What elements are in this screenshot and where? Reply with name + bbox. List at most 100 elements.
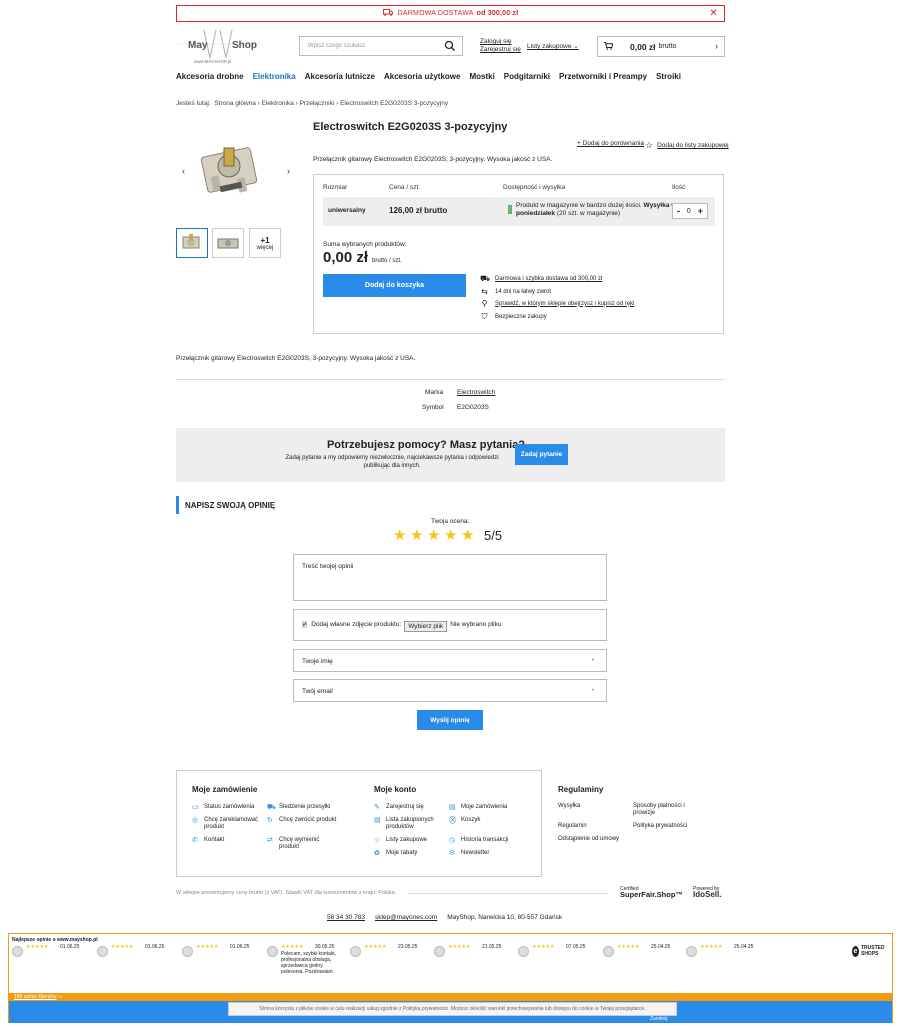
review-textarea[interactable]: Treść twojej opinii xyxy=(293,554,607,601)
star-icon[interactable]: ★ xyxy=(427,528,442,543)
nav-item-active[interactable]: Elektronika xyxy=(253,72,296,81)
nav-item[interactable]: Akcesoria drobne xyxy=(176,72,244,81)
return-icon: ↻ xyxy=(267,817,273,824)
close-icon[interactable]: ✕ xyxy=(709,8,718,19)
review-heading: NAPISZ SWOJĄ OPINIĘ xyxy=(176,496,275,514)
param-key: Marka xyxy=(425,389,444,396)
email-link[interactable]: sklep@mayones.com xyxy=(375,914,437,921)
nav-item[interactable]: Przetworniki i Preampy xyxy=(559,72,647,81)
nav-item[interactable]: Akcesoria lutnicze xyxy=(305,72,375,81)
trusted-shops-logo: e TRUSTED SHOPS xyxy=(852,945,885,957)
footer-link[interactable]: ✿ Moje rabaty xyxy=(374,850,417,857)
nav-item[interactable]: Akcesoria użytkowe xyxy=(384,72,460,81)
review-card[interactable]: ★★★★★ 07.05.25 xyxy=(518,944,600,984)
review-card[interactable]: ★★★★★ 30.05.25 Polecam, szybki kontakt, pr… xyxy=(267,944,349,984)
breadcrumb: Jesteś tutaj: Strona główna › Elektronik… xyxy=(176,100,449,107)
footer-link[interactable]: ✎ Zarejestruj się xyxy=(374,804,424,811)
footer-link[interactable]: ☆ Listy zakupowe xyxy=(374,837,427,844)
footer-link[interactable]: ▭ Status zamówienia xyxy=(192,804,254,811)
choose-file-button[interactable]: Wybierz plik xyxy=(404,621,448,632)
register-link[interactable]: Zarejestruj się xyxy=(480,46,521,54)
quantity-value[interactable]: 0 xyxy=(687,208,691,215)
footer-link[interactable]: Wysyłka xyxy=(558,803,580,810)
name-field[interactable]: Twoje imię • xyxy=(293,649,607,672)
footer-link[interactable]: Regulamin xyxy=(558,823,587,830)
breadcrumb-item[interactable]: Elektronika xyxy=(262,100,294,107)
compare-link[interactable]: + Dodaj do porównania xyxy=(577,140,644,147)
sum-value: 0,00 zł brutto / szt. xyxy=(323,249,402,266)
name-placeholder: Twoje imię xyxy=(302,658,333,665)
review-card[interactable]: ★★★★★ 01.06.25 xyxy=(182,944,264,984)
footer-link[interactable]: ▤ Moje zamówienia xyxy=(449,804,507,811)
search-icon[interactable] xyxy=(444,40,456,52)
footer-link[interactable]: ▤ Lista zakupionych produktów xyxy=(374,817,446,831)
search-input[interactable]: Wpisz czego szukasz xyxy=(299,36,463,56)
product-image[interactable] xyxy=(194,132,274,212)
submit-review-button[interactable]: Wyślij opinię xyxy=(417,710,483,730)
footer-link[interactable]: ⛒ Koszyk xyxy=(449,817,480,824)
thumbnail[interactable] xyxy=(176,228,208,258)
idosell-badge[interactable]: Powered by IdoSell. xyxy=(693,886,721,899)
footer-link[interactable]: Sposoby płatności i prowizje xyxy=(633,803,701,817)
nav-item[interactable]: Stroiki xyxy=(656,72,681,81)
superfair-badge[interactable]: Certified SuperFair.Shop™ xyxy=(620,886,683,898)
param-key: Symbol xyxy=(422,404,444,411)
quantity-stepper[interactable]: - 0 + xyxy=(672,203,708,219)
chevron-left-icon[interactable]: ‹ xyxy=(182,166,185,176)
nav-item[interactable]: Mostki xyxy=(469,72,494,81)
thumbnail[interactable] xyxy=(212,228,244,258)
wishlist-link[interactable]: ☆ Dodaj do listy zakupowej xyxy=(645,140,729,151)
cart-button[interactable]: 0,00 zł brutto › xyxy=(597,36,725,57)
review-card[interactable]: ★★★★★ 21.05.25 xyxy=(434,944,516,984)
plus-button[interactable]: + xyxy=(698,206,703,216)
add-to-cart-button[interactable]: Dodaj do koszyka xyxy=(323,274,466,297)
reviews-count-bar[interactable]: 180 opinie klientów ⇢ xyxy=(9,993,892,1001)
footer-heading: Moje zamówienie xyxy=(192,785,258,794)
location-pin-icon: ⚲ xyxy=(481,299,488,308)
shop-logo[interactable]: May Shop www.MAYSHOP.pl xyxy=(176,24,261,66)
footer-link[interactable]: ⇄ Chcę wymienić produkt xyxy=(267,837,337,851)
login-link[interactable]: Zaloguj się xyxy=(480,38,521,46)
breadcrumb-item[interactable]: Przełączniki xyxy=(300,100,335,107)
main-nav: Akcesoria drobne Elektronika Akcesoria l… xyxy=(176,72,681,81)
star-icon[interactable]: ★ xyxy=(410,528,425,543)
footer-link[interactable]: ↻ Chcę zwrócić produkt xyxy=(267,817,337,824)
footer-link[interactable]: ⛟ Śledzenie przesyłki xyxy=(267,804,330,811)
star-icon[interactable]: ★ xyxy=(444,528,459,543)
footer-link[interactable]: ✆ Kontakt xyxy=(192,837,224,844)
email-field[interactable]: Twój email • xyxy=(293,679,607,702)
ask-question-button[interactable]: Zadaj pytanie xyxy=(515,444,568,465)
feature-item[interactable]: ⚲ Sprawdź, w którym sklepie obejrzysz i k… xyxy=(480,299,720,308)
star-icon[interactable]: ★ xyxy=(461,528,476,543)
nav-item[interactable]: Podgitarniki xyxy=(504,72,550,81)
product-title: Electroswitch E2G0203S 3-pozycyjny xyxy=(313,121,508,133)
footer-link[interactable]: ✉ Newsletter xyxy=(449,850,489,857)
review-card[interactable]: ★★★★★ 01.06.25 xyxy=(12,944,94,984)
shopping-lists-link[interactable]: Listy zakupowe ⌄ xyxy=(527,42,579,50)
chevron-right-icon[interactable]: › xyxy=(287,166,290,176)
footer-link[interactable]: ◎ Chcę zareklamować produkt xyxy=(192,817,266,831)
mail-icon: ✉ xyxy=(449,850,455,857)
breadcrumb-item: Electroswitch E2G0203S 3-pozycyjny xyxy=(340,100,449,107)
truck-icon xyxy=(382,9,393,18)
rating-stars[interactable]: ★ ★ ★ ★ ★ 5/5 xyxy=(393,528,502,543)
review-card[interactable]: ★★★★★ 25.04.25 xyxy=(603,944,685,984)
review-card[interactable]: ★★★★★ 01.06.25 xyxy=(97,944,179,984)
minus-button[interactable]: - xyxy=(677,206,680,216)
image-icon: 🖻 xyxy=(302,622,308,629)
phone-link[interactable]: 58 34 30 783 xyxy=(327,914,365,921)
param-brand-link[interactable]: Electroswitch xyxy=(457,389,495,396)
review-card[interactable]: ★★★★★ 23.05.25 xyxy=(350,944,432,984)
more-images[interactable]: +1 więcej xyxy=(249,228,281,258)
cookie-close-button[interactable]: Zamknij xyxy=(650,1016,668,1022)
feature-item[interactable]: ⛟ Darmowa i szybka dostawa od 300,00 zł xyxy=(480,274,720,284)
footer-link[interactable]: Polityka prywatności xyxy=(633,823,687,830)
star-icon[interactable]: ★ xyxy=(393,528,408,543)
footer-link[interactable]: ◷ Historia transakcji xyxy=(449,837,508,844)
footer-link[interactable]: Odstąpienie od umowy xyxy=(558,836,619,843)
short-description: Przełącznik gitarowy Electroswitch E2G02… xyxy=(313,156,553,163)
breadcrumb-item[interactable]: Strona główna xyxy=(214,100,256,107)
review-card[interactable]: ★★★★★ 25.04.25 xyxy=(686,944,768,984)
feature-item: ⇆ 14 dni na łatwy zwrot xyxy=(481,287,552,296)
stock-info: Produkt w magazynie w bardzo dużej ilośc… xyxy=(508,202,678,218)
